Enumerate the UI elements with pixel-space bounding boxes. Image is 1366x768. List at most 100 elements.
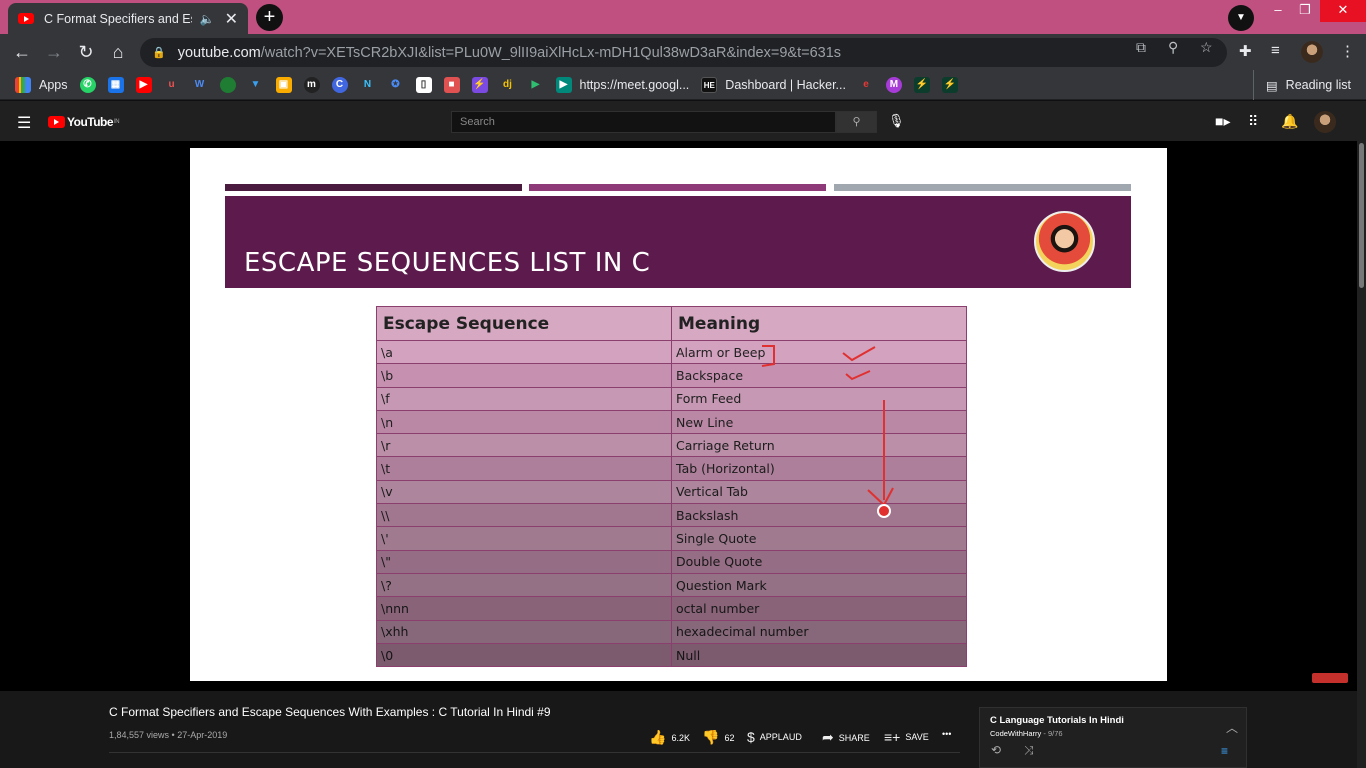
notifications-bell-icon[interactable]: 🔔 (1281, 113, 1298, 130)
reading-list[interactable]: ▤ Reading list (1252, 70, 1351, 100)
meaning-cell: Null (671, 642, 967, 668)
table-row: \xhh hexadecimal number (376, 619, 967, 644)
back-icon[interactable]: ← (11, 41, 33, 63)
bookmark-meet[interactable]: ▶ https://meet.googl... (555, 76, 690, 93)
slide-title: ESCAPE SEQUENCES LIST IN C (244, 248, 651, 278)
bookmark-star-icon[interactable]: ☆ (1200, 39, 1213, 56)
dislike-count: 62 (724, 732, 735, 743)
classroom-icon: ▣ (275, 76, 292, 93)
bookmark-ztrack1[interactable]: ⚡ (913, 76, 930, 93)
meaning-cell: Vertical Tab (671, 479, 967, 505)
menu-dots-icon[interactable]: ⋮ (1340, 42, 1355, 60)
create-video-icon[interactable]: ■▸ (1215, 113, 1230, 130)
share-button[interactable]: ➦ SHARE (822, 729, 870, 746)
chevron-up-icon[interactable]: ︿ (1226, 719, 1238, 736)
youtube-favicon-icon (18, 13, 34, 24)
escape-code-cell: \xhh (376, 619, 672, 644)
region-code: IN (114, 119, 120, 125)
lock-icon: 🔒 (152, 47, 166, 59)
bookmark-dj[interactable]: dj (500, 77, 516, 93)
table-row: \f Form Feed (376, 386, 967, 411)
more-actions-button[interactable]: ••• (942, 729, 951, 739)
open-in-app-icon[interactable]: ⧉ (1136, 39, 1146, 56)
hamburger-menu-icon[interactable]: ☰ (17, 113, 31, 133)
header-meaning: Meaning (671, 306, 967, 341)
window-close-button[interactable]: ✕ (1320, 0, 1366, 22)
udemy-icon: u (168, 78, 175, 90)
address-bar[interactable]: 🔒 youtube.com/watch?v=XETsCR2bXJI&list=P… (140, 38, 1227, 67)
meaning-cell: Form Feed (671, 386, 967, 411)
meaning-cell: Double Quote (671, 549, 967, 574)
box-icon: ■ (443, 76, 460, 93)
media-control-icon[interactable]: ≡ (1271, 42, 1280, 59)
bookmark-circle[interactable] (219, 76, 236, 93)
bookmark-gear[interactable]: ✪ (388, 77, 404, 93)
meaning-cell: Alarm or Beep (671, 339, 967, 365)
bookmark-e[interactable]: e (858, 77, 874, 93)
applaud-button[interactable]: $ APPLAUD (747, 729, 802, 745)
bookmark-youtube[interactable]: ▶ (135, 76, 152, 93)
reload-icon[interactable]: ↻ (75, 41, 97, 63)
bookmark-m[interactable]: m (303, 76, 320, 93)
e-logo-icon: e (863, 78, 869, 90)
tab-search-icon[interactable]: ▼ (1228, 5, 1254, 31)
active-tab[interactable]: C Format Specifiers and Escape Sequences… (8, 3, 248, 34)
restore-button[interactable]: ❐ (1287, 0, 1323, 22)
apps-grid-icon[interactable]: ⠿ (1248, 113, 1258, 130)
playlist-position: - 9/76 (1043, 729, 1063, 738)
playlist-queue-icon[interactable]: ≡ (1221, 744, 1228, 758)
zoom-icon[interactable]: ⚲ (1168, 39, 1178, 56)
escape-code-cell: \0 (376, 642, 672, 668)
new-tab-button[interactable]: + (256, 4, 283, 31)
bookmark-hacker-label: Dashboard | Hacker... (725, 77, 846, 92)
bookmark-mpurple[interactable]: M (885, 76, 902, 93)
save-button[interactable]: ≡+ SAVE (884, 729, 929, 745)
home-icon[interactable]: ⌂ (107, 41, 129, 63)
bookmark-webflow[interactable]: W (192, 77, 208, 93)
bookmark-apps[interactable]: Apps (15, 76, 68, 93)
escape-code-cell: \a (376, 339, 672, 365)
tab-close-icon[interactable]: ✕ (225, 9, 238, 29)
bookmark-bird[interactable]: ▼ (248, 77, 264, 93)
z-icon: ⚡ (913, 76, 930, 93)
tab-strip: C Format Specifiers and Escape Sequences… (0, 0, 1366, 34)
reading-list-icon: ▤ (1265, 78, 1278, 93)
subscribe-watermark[interactable] (1312, 673, 1348, 683)
slide-bar-3 (834, 184, 1131, 191)
c-logo-icon: C (331, 76, 348, 93)
bookmark-box[interactable]: ■ (443, 76, 460, 93)
youtube-logo[interactable]: YouTube IN (48, 115, 120, 129)
scrollbar-thumb[interactable] (1359, 143, 1364, 288)
header-escape-sequence: Escape Sequence (376, 306, 672, 341)
meaning-cell: Carriage Return (671, 433, 967, 458)
bookmark-udemy[interactable]: u (164, 77, 180, 93)
bookmark-ztrack2[interactable]: ⚡ (941, 76, 958, 93)
escape-code-cell: \nnn (376, 596, 672, 621)
bookmark-doc[interactable]: ▯ (415, 76, 432, 93)
presenter-avatar (1034, 211, 1095, 272)
dislike-button[interactable]: 👎 62 (702, 729, 734, 746)
bookmark-meet-label: https://meet.googl... (579, 77, 690, 92)
account-avatar[interactable] (1314, 111, 1336, 133)
bookmark-flag[interactable]: ▶ (528, 77, 544, 93)
forward-icon[interactable]: → (43, 41, 65, 63)
like-button[interactable]: 👍 6.2K (649, 729, 690, 746)
bookmark-hacker[interactable]: HE Dashboard | Hacker... (701, 76, 846, 93)
bookmark-apps-label: Apps (39, 77, 68, 92)
loop-icon[interactable]: ⟲ (991, 743, 1001, 757)
bookmark-n[interactable]: N (360, 77, 376, 93)
bookmark-c[interactable]: C (331, 76, 348, 93)
bookmark-bolt[interactable]: ⚡ (471, 76, 488, 93)
table-row: \b Backspace (376, 363, 967, 388)
microphone-icon[interactable]: 🎙 (888, 113, 905, 129)
shuffle-icon[interactable]: ⤨ (1024, 743, 1034, 758)
search-icon[interactable]: ⚲ (836, 111, 877, 133)
bookmark-whatsapp[interactable]: ✆ (79, 76, 96, 93)
speaker-icon[interactable]: 🔈 (200, 12, 215, 26)
extensions-icon[interactable]: ✚ (1239, 42, 1252, 60)
bookmark-classroom[interactable]: ▣ (275, 76, 292, 93)
search-input[interactable]: Search (451, 111, 836, 133)
youtube-icon: ▶ (135, 76, 152, 93)
bookmark-calendar[interactable]: ▦ (107, 76, 124, 93)
profile-avatar[interactable] (1301, 41, 1323, 63)
